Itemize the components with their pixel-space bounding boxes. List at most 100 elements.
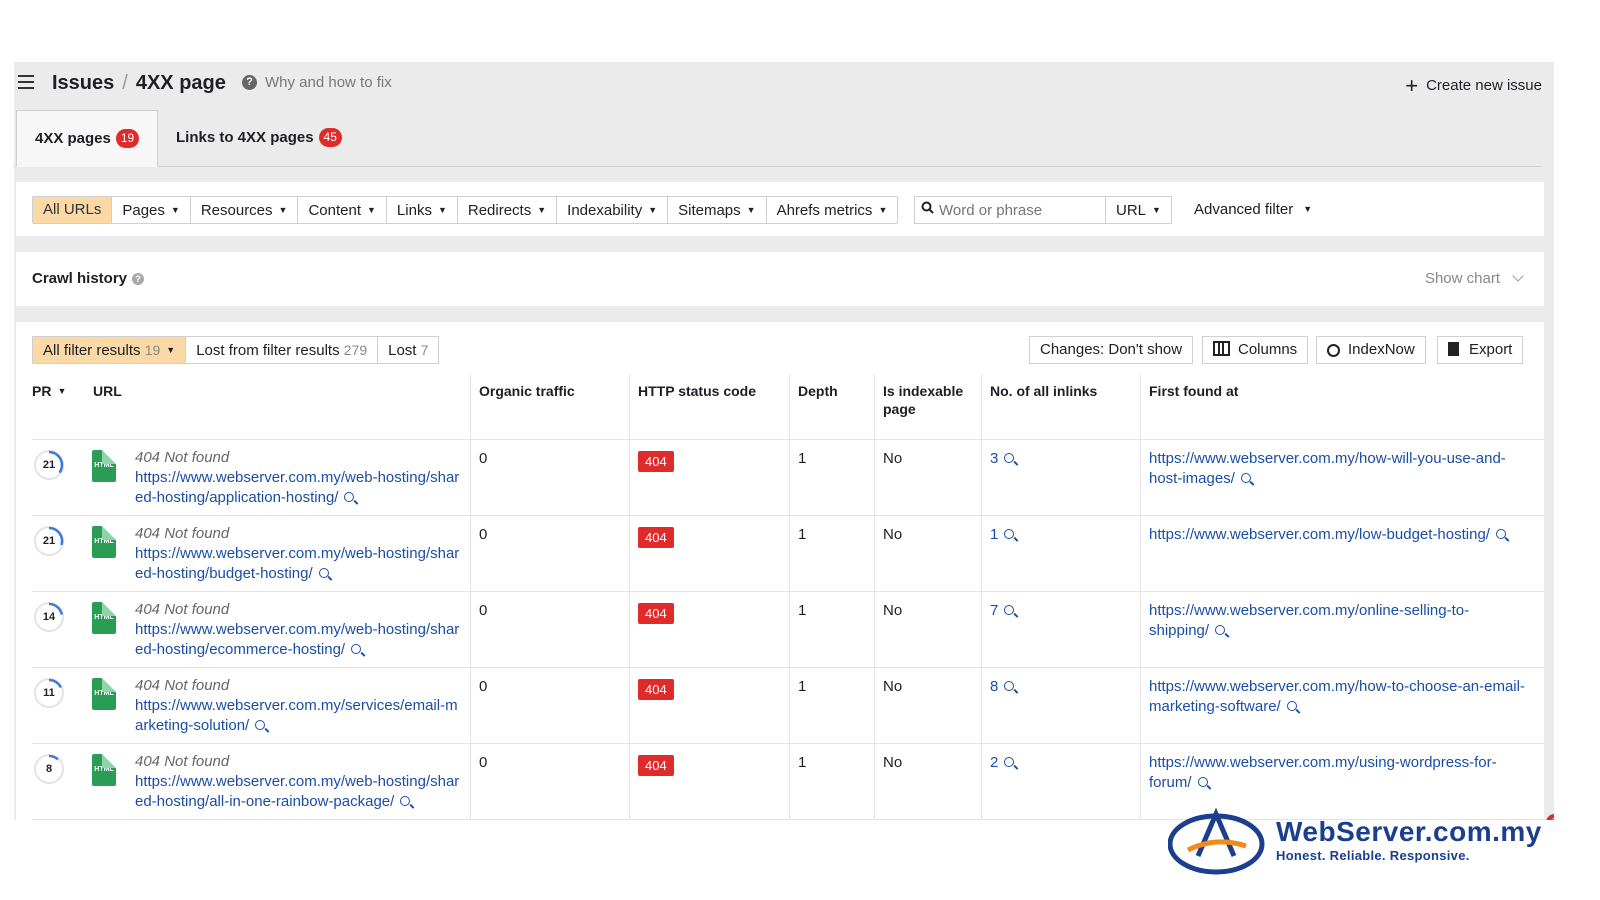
magnifier-icon[interactable]: [351, 643, 362, 654]
all-filter-results-button[interactable]: All filter results 19 ▼: [33, 337, 187, 363]
tab-bar: 4XX pages 19 Links to 4XX pages 45: [14, 110, 1542, 167]
search-icon: [915, 197, 939, 223]
hamburger-menu-icon[interactable]: [18, 75, 34, 89]
inlinks-link[interactable]: 8: [990, 678, 1015, 695]
filter-sitemaps[interactable]: Sitemaps ▼: [668, 197, 767, 223]
pr-score: 11: [34, 678, 64, 708]
export-label: Export: [1469, 341, 1513, 358]
scope-label: URL: [1116, 202, 1147, 219]
create-new-issue-button[interactable]: + Create new issue: [1405, 73, 1542, 99]
status-text: 404 Not found: [135, 601, 230, 618]
advanced-filter-button[interactable]: Advanced filter ▼: [1194, 196, 1312, 223]
first-found-text: https://www.webserver.com.my/how-will-yo…: [1149, 450, 1506, 487]
first-found-link[interactable]: https://www.webserver.com.my/using-wordp…: [1149, 753, 1529, 792]
caret-down-icon: ▼: [367, 205, 376, 215]
column-header-inlinks[interactable]: No. of all inlinks: [990, 382, 1097, 400]
magnifier-icon[interactable]: [1240, 472, 1251, 483]
magnifier-icon[interactable]: [1004, 605, 1015, 615]
filter-all-urls[interactable]: All URLs: [33, 197, 113, 223]
magnifier-icon[interactable]: [1197, 776, 1208, 787]
all-results-label: All filter results: [43, 342, 141, 359]
search-box: URL ▼: [914, 196, 1172, 224]
columns-button[interactable]: Columns: [1202, 336, 1309, 364]
all-results-count: 19: [144, 342, 161, 358]
search-input[interactable]: [939, 197, 1089, 223]
show-chart-label: Show chart: [1424, 270, 1500, 287]
column-header-http-status[interactable]: HTTP status code: [638, 382, 756, 400]
first-found-link[interactable]: https://www.webserver.com.my/online-sell…: [1149, 601, 1529, 640]
html-file-icon: HTML: [92, 526, 116, 558]
filter-ahrefs-metrics[interactable]: Ahrefs metrics ▼: [767, 197, 898, 223]
question-icon[interactable]: ?: [132, 273, 145, 285]
magnifier-icon[interactable]: [400, 795, 411, 806]
column-header-depth[interactable]: Depth: [798, 382, 838, 400]
column-header-url[interactable]: URL: [93, 382, 122, 400]
chevron-down-icon: [1512, 270, 1524, 282]
caret-down-icon: ▼: [437, 205, 447, 215]
status-code-badge: 404: [638, 603, 674, 624]
magnifier-icon[interactable]: [1495, 529, 1506, 539]
inlinks-link[interactable]: 7: [990, 602, 1015, 619]
magnifier-icon[interactable]: [1004, 529, 1015, 539]
page-url-link[interactable]: https://www.webserver.com.my/web-hosting…: [135, 468, 465, 507]
show-chart-toggle[interactable]: Show chart: [1424, 270, 1524, 287]
filter-resources[interactable]: Resources ▼: [191, 197, 299, 223]
first-found-link[interactable]: https://www.webserver.com.my/how-will-yo…: [1149, 449, 1529, 488]
export-button[interactable]: Export: [1437, 336, 1524, 364]
filter-links[interactable]: Links ▼: [387, 197, 458, 223]
column-header-pr[interactable]: PR ▼: [32, 382, 66, 400]
why-how-fix-link[interactable]: ? Why and how to fix: [242, 74, 392, 91]
page-url-link[interactable]: https://www.webserver.com.my/services/em…: [135, 696, 465, 735]
magnifier-icon[interactable]: [255, 719, 266, 730]
breadcrumb-separator: /: [122, 72, 128, 94]
page-url-link[interactable]: https://www.webserver.com.my/web-hosting…: [135, 544, 465, 583]
inlinks-link[interactable]: 1: [990, 526, 1015, 543]
magnifier-icon[interactable]: [1286, 700, 1297, 711]
pr-score: 14: [34, 602, 64, 632]
filter-pages[interactable]: Pages ▼: [112, 197, 191, 223]
columns-icon: [1213, 341, 1230, 356]
pr-value: 21: [42, 535, 56, 547]
indexnow-button[interactable]: IndexNow: [1316, 336, 1426, 364]
tab-4xx-pages[interactable]: 4XX pages 19: [16, 110, 159, 167]
globe-icon: [1327, 344, 1340, 357]
filter-content[interactable]: Content ▼: [298, 197, 387, 223]
search-scope-select[interactable]: URL ▼: [1105, 197, 1172, 223]
page-url-link[interactable]: https://www.webserver.com.my/web-hosting…: [135, 772, 465, 811]
lost-from-filter-button[interactable]: Lost from filter results 279: [186, 337, 379, 363]
inlinks-value: 7: [990, 602, 999, 619]
indexable-value: No: [883, 450, 903, 467]
filter-label: Sitemaps: [678, 202, 741, 219]
crawl-history-panel: Crawl history? Show chart: [16, 252, 1544, 306]
filter-indexability[interactable]: Indexability ▼: [557, 197, 669, 223]
breadcrumb-issues[interactable]: Issues: [52, 72, 114, 94]
magnifier-icon[interactable]: [1004, 757, 1015, 767]
changes-button[interactable]: Changes: Don't show: [1029, 336, 1194, 364]
webserver-logo: WebServer.com.my Honest. Reliable. Respo…: [1167, 806, 1588, 876]
crawl-history-label: Crawl history: [32, 270, 128, 287]
inlinks-link[interactable]: 3: [990, 450, 1015, 467]
page-url-link[interactable]: https://www.webserver.com.my/web-hosting…: [135, 620, 465, 659]
caret-down-icon: ▼: [166, 345, 176, 355]
magnifier-icon[interactable]: [318, 567, 329, 578]
magnifier-icon[interactable]: [1004, 681, 1015, 691]
column-header-first-found[interactable]: First found at: [1149, 382, 1238, 400]
magnifier-icon[interactable]: [344, 491, 355, 502]
first-found-link[interactable]: https://www.webserver.com.my/low-budget-…: [1149, 525, 1529, 545]
depth-value: 1: [798, 602, 807, 619]
status-text: 404 Not found: [135, 449, 230, 466]
first-found-link[interactable]: https://www.webserver.com.my/how-to-choo…: [1149, 677, 1529, 716]
magnifier-icon[interactable]: [1215, 624, 1226, 635]
tab-links-to-4xx-pages[interactable]: Links to 4XX pages 45: [158, 110, 360, 165]
sort-caret-icon: ▼: [57, 386, 67, 396]
filter-label: All URLs: [43, 201, 102, 218]
magnifier-icon[interactable]: [1004, 453, 1015, 463]
caret-down-icon: ▼: [878, 205, 888, 215]
tab-label: Links to 4XX pages: [176, 129, 314, 146]
column-header-organic-traffic[interactable]: Organic traffic: [479, 382, 575, 400]
lost-button[interactable]: Lost 7: [378, 337, 438, 363]
filter-bar: All URLs Pages ▼ Resources ▼ Content ▼ Link…: [16, 182, 1544, 236]
filter-redirects[interactable]: Redirects ▼: [458, 197, 558, 223]
inlinks-link[interactable]: 2: [990, 754, 1015, 771]
column-header-indexable[interactable]: Is indexable page: [883, 382, 973, 418]
